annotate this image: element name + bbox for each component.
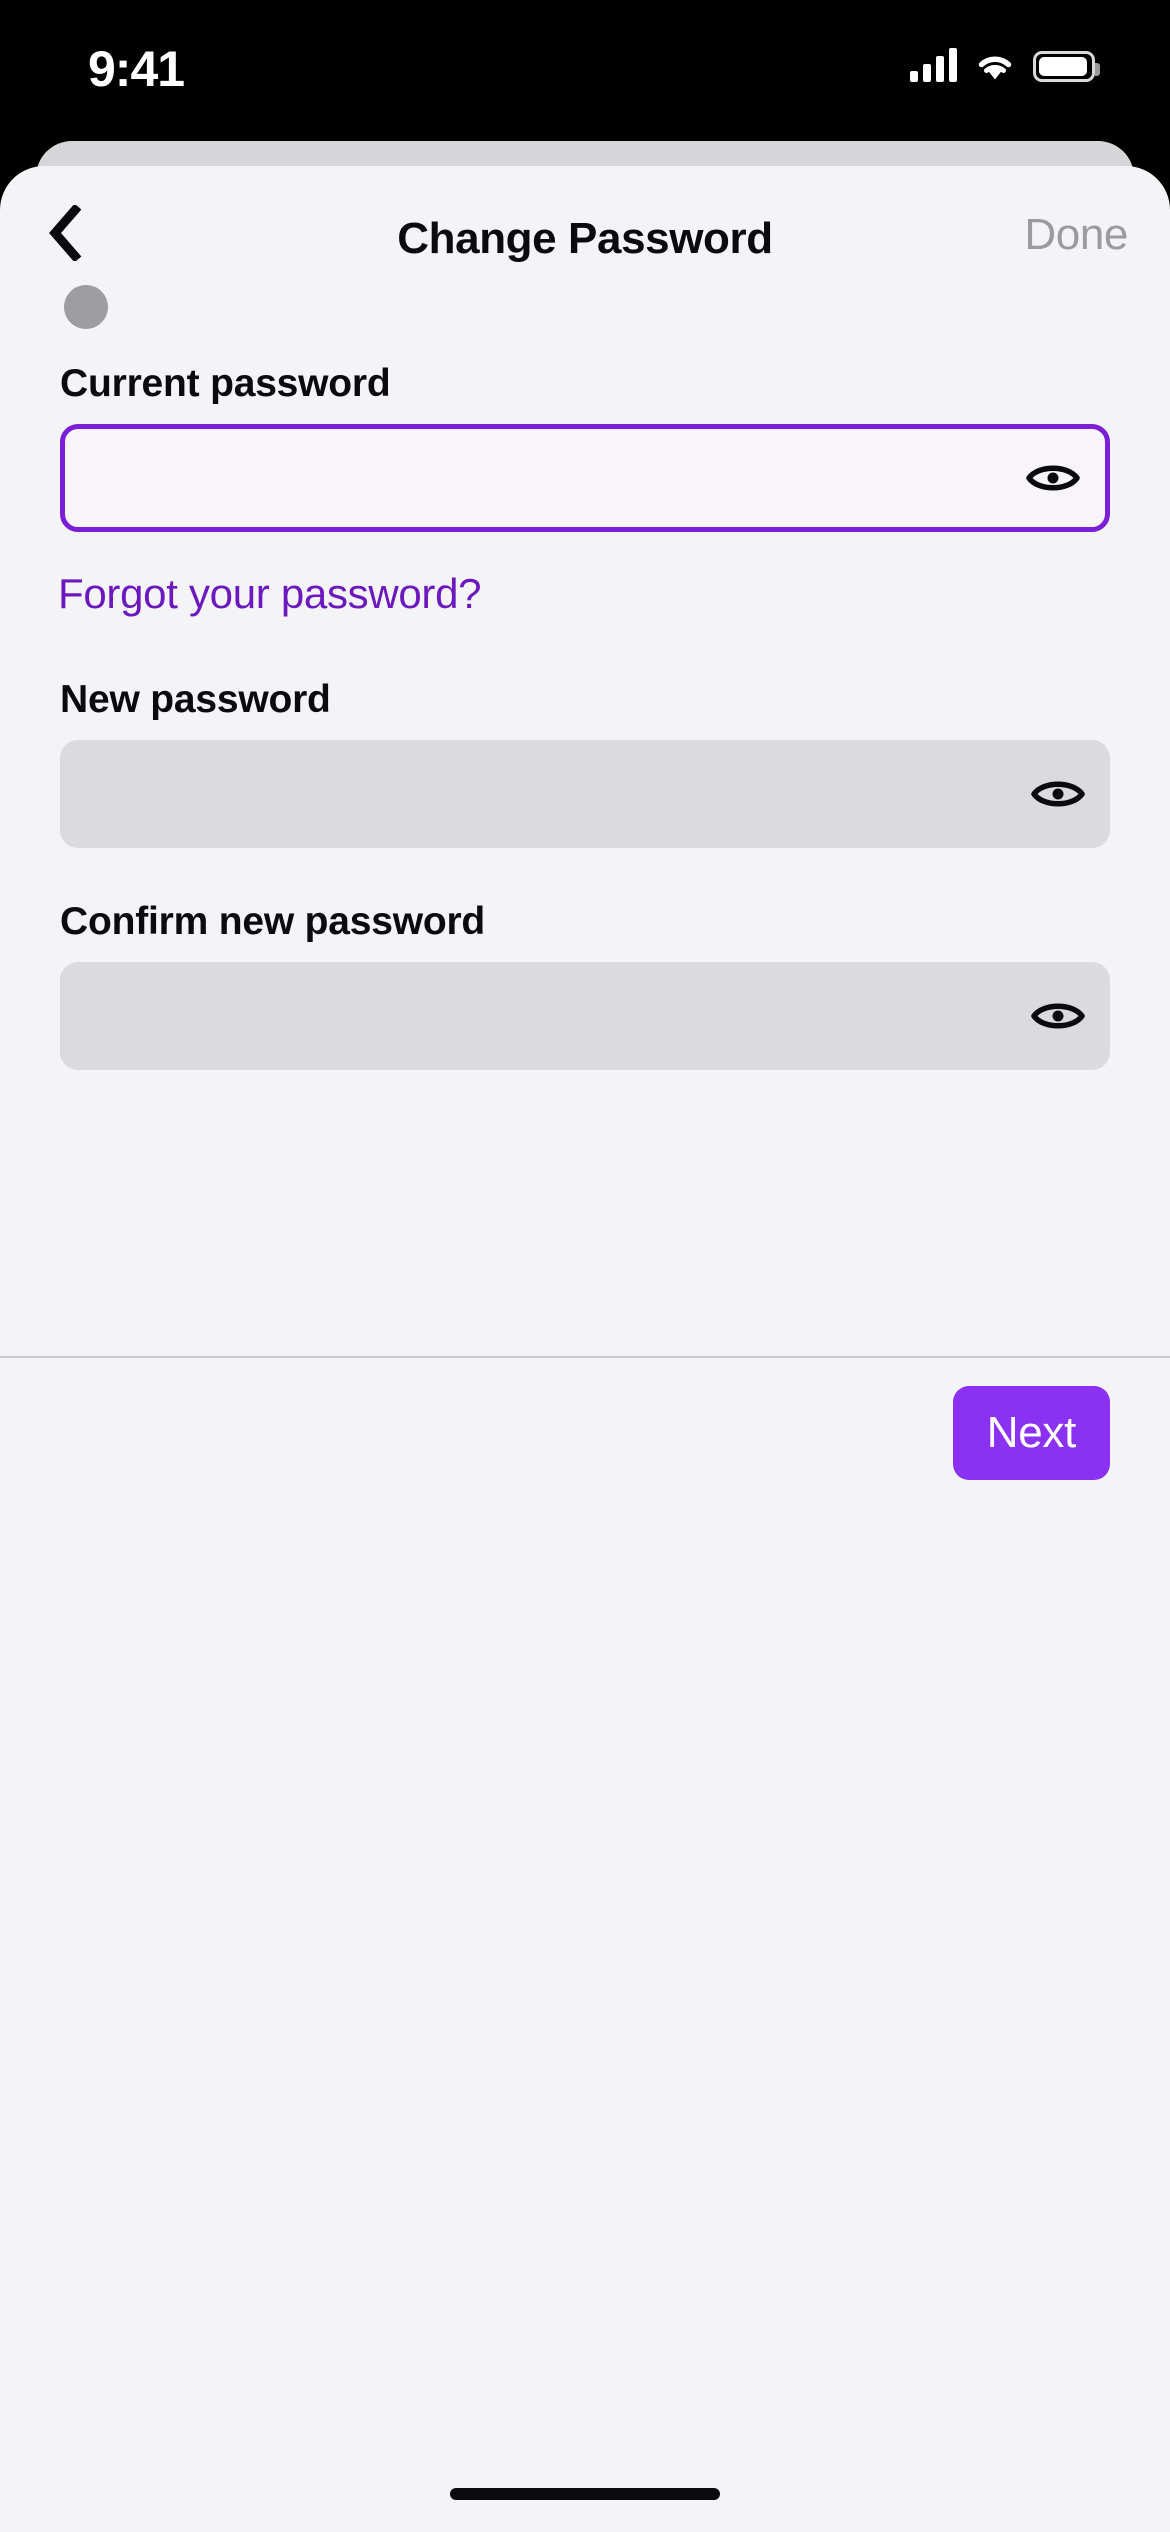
eye-icon [1025, 458, 1081, 498]
navigation-bar: Change Password Done [0, 166, 1170, 329]
new-password-field[interactable] [60, 740, 1110, 848]
status-time: 9:41 [88, 41, 185, 97]
current-password-input[interactable] [65, 429, 1001, 527]
battery-icon [1033, 51, 1100, 82]
eye-icon [1030, 996, 1086, 1036]
page-title: Change Password [397, 214, 773, 263]
status-icons [910, 48, 1100, 82]
toggle-new-password-visibility-button[interactable] [1006, 740, 1110, 848]
wifi-icon [973, 48, 1017, 82]
new-password-label: New password [60, 678, 331, 721]
cellular-signal-icon [910, 48, 957, 82]
new-password-input[interactable] [60, 740, 1006, 848]
footer-toolbar: Next [0, 1358, 1170, 1508]
toggle-current-password-visibility-button[interactable] [1001, 429, 1105, 527]
toggle-confirm-password-visibility-button[interactable] [1006, 962, 1110, 1070]
avatar[interactable] [64, 285, 108, 329]
next-button[interactable]: Next [952, 1386, 1110, 1480]
confirm-new-password-field[interactable] [60, 962, 1110, 1070]
current-password-label: Current password [60, 362, 391, 405]
modal-sheet: Change Password Done Current password Fo… [0, 166, 1170, 2532]
eye-icon [1030, 774, 1086, 814]
confirm-new-password-input[interactable] [60, 962, 1006, 1070]
change-password-form: Current password Forgot your password? N… [0, 362, 1170, 1070]
confirm-new-password-label: Confirm new password [60, 900, 486, 943]
current-password-field[interactable] [60, 424, 1110, 532]
done-button[interactable]: Done [1024, 210, 1128, 260]
forgot-password-link[interactable]: Forgot your password? [58, 570, 1170, 618]
home-indicator[interactable] [450, 2488, 720, 2500]
phone-screen: 9:41 Change Password Done Current passwo… [0, 0, 1170, 2532]
status-bar: 9:41 [0, 0, 1170, 140]
